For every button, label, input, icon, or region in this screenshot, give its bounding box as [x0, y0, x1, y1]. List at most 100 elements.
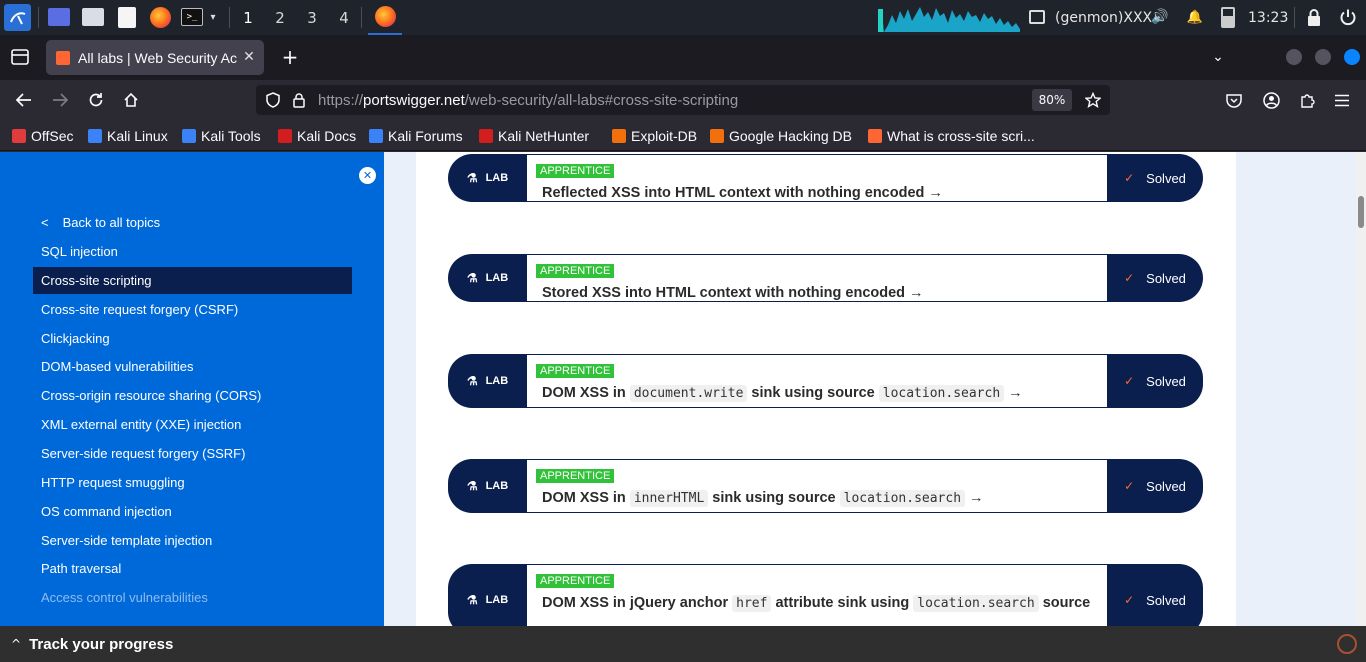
- secure-lock-icon[interactable]: [290, 91, 308, 109]
- workspace-2[interactable]: 2: [265, 0, 295, 35]
- lab-title-code: location.search: [913, 595, 1039, 612]
- workspace-4[interactable]: 4: [329, 0, 359, 35]
- lab-title-link[interactable]: Stored XSS into HTML context with nothin…: [542, 282, 1097, 302]
- url-bar[interactable]: https://portswigger.net/web-security/all…: [256, 85, 1110, 115]
- window-list-icon[interactable]: [1029, 10, 1045, 24]
- sidebar-topic-item[interactable]: Clickjacking: [33, 325, 352, 352]
- bookmark-item[interactable]: Kali NetHunter: [479, 120, 589, 151]
- lab-status-label: Solved: [1146, 592, 1186, 608]
- lab-card[interactable]: ⚗ LAB APPRENTICE DOM XSS in jQuery anchor h…: [448, 564, 1203, 626]
- url-text[interactable]: https://portswigger.net/web-security/all…: [318, 85, 738, 115]
- bookmark-label: Google Hacking DB: [729, 127, 852, 144]
- battery-icon[interactable]: [1221, 7, 1235, 28]
- lab-card[interactable]: ⚗ LAB APPRENTICE Reflected XSS into HTML co…: [448, 154, 1203, 202]
- maximize-window-button[interactable]: [1315, 49, 1331, 65]
- lab-title-link[interactable]: DOM XSS in jQuery anchor href attribute …: [542, 592, 1097, 626]
- sidebar-topic-item[interactable]: XML external entity (XXE) injection: [33, 411, 352, 438]
- bookmark-item[interactable]: Kali Docs: [278, 120, 356, 151]
- lab-title-link[interactable]: DOM XSS in innerHTML sink using source l…: [542, 487, 1097, 510]
- kali-menu-icon[interactable]: [4, 4, 31, 31]
- firefox-window-button[interactable]: [368, 0, 402, 35]
- sidebar-topic-item[interactable]: Path traversal: [33, 555, 352, 582]
- sidebar-topic-item[interactable]: OS command injection: [33, 498, 352, 525]
- terminal-dropdown-icon[interactable]: ▾: [206, 10, 220, 24]
- home-icon[interactable]: [121, 90, 141, 110]
- lab-tag: ⚗ LAB: [448, 154, 527, 202]
- lab-card[interactable]: ⚗ LAB APPRENTICE DOM XSS in document.write …: [448, 354, 1203, 408]
- workspace-1[interactable]: 1: [233, 0, 263, 35]
- sidebar-topic-item[interactable]: Server-side request forgery (SSRF): [33, 440, 352, 467]
- file-manager-icon[interactable]: [82, 8, 104, 26]
- back-arrow-icon[interactable]: [14, 90, 34, 110]
- lab-body: APPRENTICE DOM XSS in jQuery anchor href …: [527, 565, 1107, 626]
- flask-icon: ⚗: [466, 479, 478, 493]
- bookmark-item[interactable]: Exploit-DB: [612, 120, 697, 151]
- lab-tag-label: LAB: [485, 594, 509, 606]
- lab-title-link[interactable]: DOM XSS in document.write sink using sou…: [542, 382, 1097, 405]
- sidebar-close-icon[interactable]: ✕: [359, 167, 376, 184]
- track-progress-bar[interactable]: ^ Track your progress: [0, 626, 1366, 662]
- scrollbar-thumb[interactable]: [1358, 196, 1364, 228]
- tracking-protection-shield-icon[interactable]: [264, 91, 282, 109]
- close-window-button[interactable]: [1344, 49, 1360, 65]
- bookmark-item[interactable]: OffSec: [12, 120, 74, 151]
- bookmark-item[interactable]: Kali Forums: [369, 120, 463, 151]
- firefox-launcher-icon[interactable]: [150, 7, 171, 28]
- bookmark-item[interactable]: What is cross-site scri...: [868, 120, 1035, 151]
- bookmark-favicon-icon: [369, 128, 383, 143]
- lab-title-text: attribute sink using: [771, 595, 914, 611]
- sidebar-topic-item[interactable]: HTTP request smuggling: [33, 469, 352, 496]
- tab-close-icon[interactable]: ✕: [240, 48, 258, 66]
- lab-tag-label: LAB: [485, 172, 509, 184]
- lab-title-text: sink using source: [747, 385, 879, 401]
- browser-nav-bar: https://portswigger.net/web-security/all…: [0, 80, 1366, 120]
- sidebar-topic-item[interactable]: Cross-origin resource sharing (CORS): [33, 382, 352, 409]
- lab-title-text: DOM XSS in: [542, 385, 630, 401]
- lab-tag: ⚗ LAB: [448, 354, 527, 408]
- chevron-up-icon[interactable]: ^: [11, 637, 21, 651]
- lab-card[interactable]: ⚗ LAB APPRENTICE DOM XSS in innerHTML sink …: [448, 459, 1203, 513]
- text-editor-icon[interactable]: [118, 7, 136, 28]
- pocket-icon[interactable]: [1224, 90, 1244, 110]
- sidebar-topic-item[interactable]: SQL injection: [33, 238, 352, 265]
- page-scrollbar[interactable]: [1356, 152, 1366, 626]
- zoom-level-button[interactable]: 80%: [1032, 89, 1072, 111]
- sidebar-topic-item[interactable]: Cross-site request forgery (CSRF): [33, 296, 352, 323]
- lock-screen-icon[interactable]: [1306, 9, 1322, 26]
- hamburger-menu-icon[interactable]: [1332, 90, 1352, 110]
- bookmark-star-icon[interactable]: [1084, 91, 1102, 109]
- list-all-tabs-icon[interactable]: ⌄: [1208, 47, 1228, 67]
- lab-tag: ⚗ LAB: [448, 564, 527, 626]
- bookmark-item[interactable]: Google Hacking DB: [710, 120, 852, 151]
- bookmark-label: OffSec: [31, 127, 74, 144]
- notification-bell-icon[interactable]: 🔔: [1186, 8, 1204, 26]
- firefox-view-icon[interactable]: [10, 47, 30, 67]
- progress-ring-icon[interactable]: [1337, 634, 1357, 654]
- account-icon[interactable]: [1261, 90, 1281, 110]
- extensions-icon[interactable]: [1297, 90, 1317, 110]
- back-to-all-topics-link[interactable]: < Back to all topics: [41, 211, 160, 233]
- sidebar-topic-item[interactable]: Cross-site scripting: [33, 267, 352, 294]
- difficulty-badge: APPRENTICE: [536, 574, 615, 588]
- volume-icon[interactable]: 🔊: [1151, 8, 1169, 26]
- desktop-icon[interactable]: [48, 8, 70, 26]
- sidebar-topic-item[interactable]: DOM-based vulnerabilities: [33, 353, 352, 380]
- lab-card[interactable]: ⚗ LAB APPRENTICE Stored XSS into HTML conte…: [448, 254, 1203, 302]
- sidebar-topic-item[interactable]: Server-side template injection: [33, 527, 352, 554]
- labs-list: ⚗ LAB APPRENTICE Reflected XSS into HTML co…: [416, 152, 1236, 626]
- minimize-window-button[interactable]: [1286, 49, 1302, 65]
- sidebar-topic-item[interactable]: Access control vulnerabilities: [33, 584, 352, 611]
- power-icon[interactable]: [1339, 8, 1357, 26]
- bookmark-item[interactable]: Kali Tools: [182, 120, 261, 151]
- taskbar-separator: [229, 7, 230, 28]
- bookmark-item[interactable]: Kali Linux: [88, 120, 168, 151]
- new-tab-button[interactable]: +: [278, 45, 302, 69]
- workspace-3[interactable]: 3: [297, 0, 327, 35]
- bookmark-label: Kali Linux: [107, 127, 168, 144]
- lab-title-link[interactable]: Reflected XSS into HTML context with not…: [542, 182, 1097, 202]
- reload-icon[interactable]: [86, 90, 106, 110]
- active-tab[interactable]: All labs | Web Security Ac ✕: [46, 40, 264, 75]
- terminal-icon[interactable]: >_: [181, 8, 203, 26]
- forward-arrow-icon[interactable]: [50, 90, 70, 110]
- tab-title: All labs | Web Security Ac: [78, 49, 237, 66]
